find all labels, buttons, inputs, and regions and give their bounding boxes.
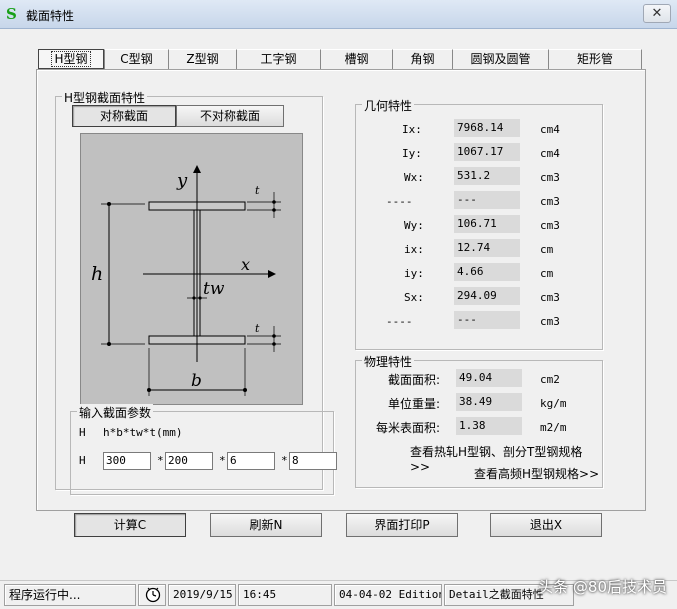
input-params-group: 输入截面参数 H h*b*tw*t(mm) H 300 * 200 * 6 * … [70,404,337,495]
sx-unit: cm3 [540,291,560,304]
iy-moment-value: 1067.17 [454,143,520,161]
empty-row-label: ---- [386,195,413,208]
h-section-group-title: H型钢截面特性 [62,89,148,106]
top-flange-thickness-label: t [255,184,260,197]
wx-label: Wx: [404,171,424,184]
tab-c-steel[interactable]: C型钢 [104,49,168,69]
sx-value: 294.09 [454,287,520,305]
empty-row-value: --- [454,191,520,209]
symmetric-section-button[interactable]: 对称截面 [72,105,176,127]
empty-row-label: ---- [386,315,413,328]
web-thickness-input[interactable]: 6 [227,452,275,470]
iy-radius-value: 4.66 [454,263,520,281]
unit-weight-label: 单位重量: [388,397,441,411]
wy-value: 106.71 [454,215,520,233]
tab-z-steel[interactable]: Z型钢 [168,49,236,69]
wy-label: Wy: [404,219,424,232]
iy-moment-label: Iy: [402,147,422,160]
tab-h-steel[interactable]: H型钢 [38,49,104,69]
ix-radius-unit: cm [540,243,554,256]
tab-channel[interactable]: 槽钢 [320,49,392,69]
bottom-flange-thickness-label: t [255,322,260,335]
h-section-group: H型钢截面特性 对称截面 不对称截面 y x t t tw h b 输入截面参数… [55,89,337,495]
tab-content-panel: H型钢截面特性 对称截面 不对称截面 y x t t tw h b 输入截面参数… [36,69,646,511]
window-title: 截面特性 [26,9,75,23]
ix-radius-label: ix: [404,243,424,256]
refresh-button[interactable]: 刷新N [210,513,322,537]
area-label: 截面面积: [388,373,441,387]
height-label: h [91,263,103,285]
y-axis-label: y [176,170,188,191]
close-button[interactable]: ✕ [643,4,671,23]
ix-radius-value: 12.74 [454,239,520,257]
calculate-button[interactable]: 计算C [74,513,186,537]
geometry-group: 几何特性 Ix: 7968.14 cm4 Iy: 1067.17 cm4 Wx:… [355,97,603,350]
title-bar: S 截面特性 ✕ [0,0,677,29]
tab-bar: H型钢 C型钢 Z型钢 工字钢 槽钢 角钢 圆钢及圆管 矩形管 [36,49,646,69]
clock-icon [138,584,166,606]
iy-radius-label: iy: [404,267,424,280]
wx-unit: cm3 [540,171,560,184]
status-running: 程序运行中... [4,584,136,606]
status-edition: 04-04-02 Edition [334,584,442,606]
print-button[interactable]: 界面打印P [346,513,458,537]
flange-thickness-input[interactable]: 8 [289,452,337,470]
area-value: 49.04 [456,369,522,387]
surface-area-unit: m2/m [540,421,567,434]
separator: * [157,454,164,467]
app-logo-icon: S [6,5,17,23]
iy-radius-unit: cm [540,267,554,280]
area-unit: cm2 [540,373,560,386]
height-input[interactable]: 300 [103,452,151,470]
tab-round-tube[interactable]: 圆钢及圆管 [452,49,548,69]
formula-text: h*b*tw*t(mm) [103,426,183,439]
watermark: 头条 @80后技术员 [538,578,667,596]
empty-row-value: --- [454,311,520,329]
tab-i-beam[interactable]: 工字钢 [236,49,320,69]
main-client: H型钢 C型钢 Z型钢 工字钢 槽钢 角钢 圆钢及圆管 矩形管 H型钢截面特性 … [20,29,657,547]
empty-row-unit: cm3 [540,195,560,208]
high-freq-spec-link[interactable]: 查看高频H型钢规格>> [474,465,599,482]
status-date: 2019/9/15 [168,584,236,606]
unit-weight-value: 38.49 [456,393,522,411]
iy-moment-unit: cm4 [540,147,560,160]
h-section-drawing: y x t t tw h b [91,165,281,396]
width-label: b [191,371,202,391]
formula-prefix: H [79,426,86,439]
tab-label: H型钢 [51,51,91,67]
exit-button[interactable]: 退出X [490,513,602,537]
asymmetric-section-button[interactable]: 不对称截面 [176,105,284,127]
x-axis-label: x [241,255,250,274]
geometry-group-title: 几何特性 [362,97,415,114]
surface-area-label: 每米表面积: [376,421,441,435]
input-params-group-title: 输入截面参数 [77,404,154,421]
ix-moment-label: Ix: [402,123,422,136]
empty-row-unit: cm3 [540,315,560,328]
web-thickness-label: tw [203,279,225,299]
separator: * [281,454,288,467]
physical-group: 物理特性 截面面积: 49.04 cm2 单位重量: 38.49 kg/m 每米… [355,353,603,488]
wy-unit: cm3 [540,219,560,232]
sx-label: Sx: [404,291,424,304]
physical-group-title: 物理特性 [362,353,415,370]
width-input[interactable]: 200 [165,452,213,470]
ix-moment-value: 7968.14 [454,119,520,137]
status-time: 16:45 [238,584,332,606]
tab-rect-tube[interactable]: 矩形管 [548,49,642,69]
surface-area-value: 1.38 [456,417,522,435]
unit-weight-unit: kg/m [540,397,567,410]
tab-angle[interactable]: 角钢 [392,49,452,69]
input-prefix: H [79,454,86,467]
separator: * [219,454,226,467]
h-section-diagram: y x t t tw h b [80,133,303,405]
wx-value: 531.2 [454,167,520,185]
ix-moment-unit: cm4 [540,123,560,136]
